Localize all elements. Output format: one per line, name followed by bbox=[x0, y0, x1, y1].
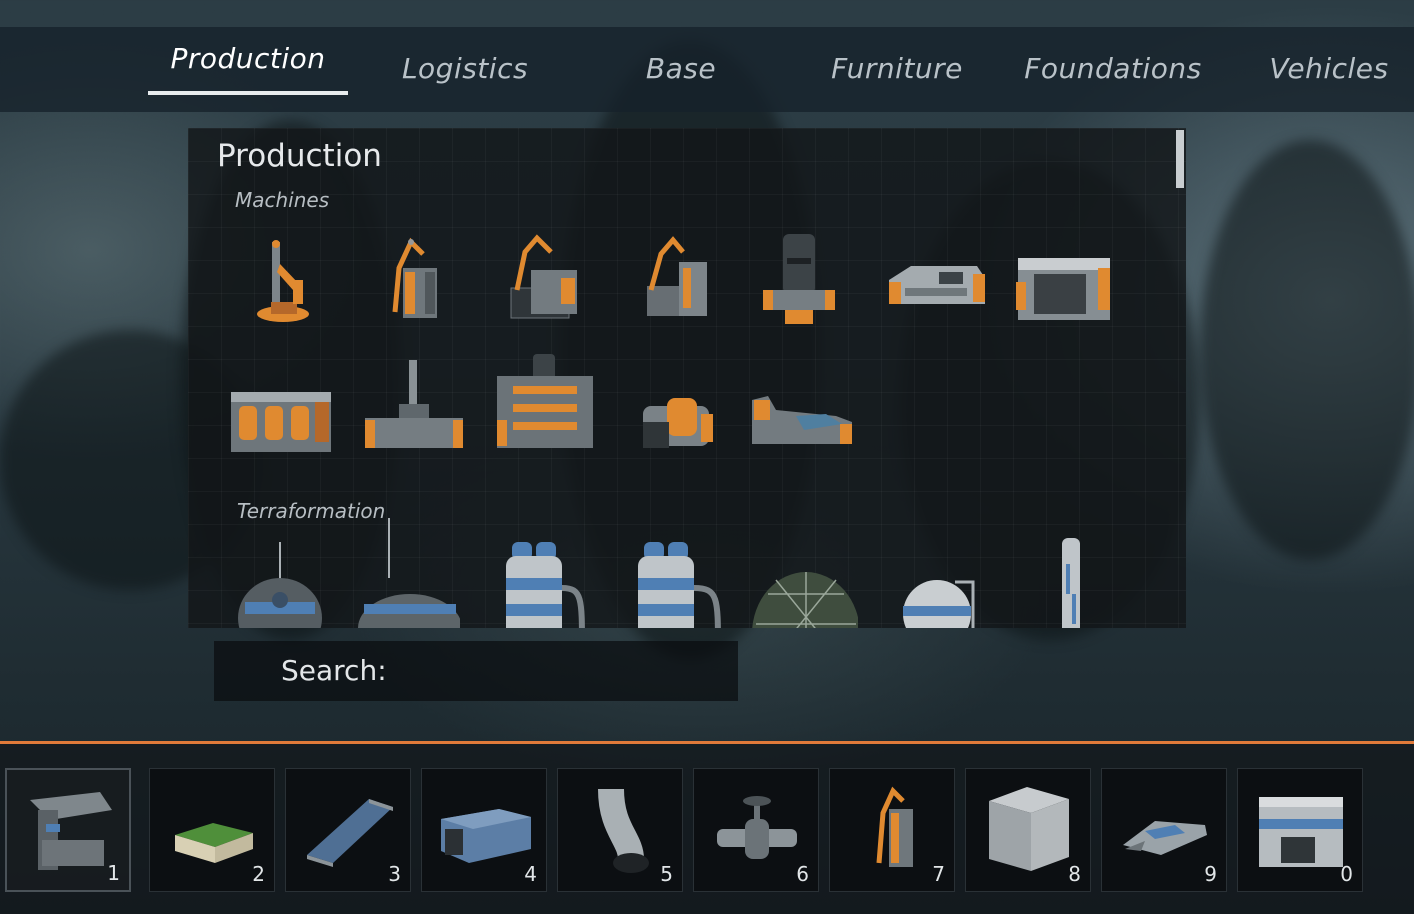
hotbar-slot-2[interactable]: 2 bbox=[149, 768, 275, 892]
search-label: Search: bbox=[281, 654, 387, 687]
panel-scrollbar[interactable] bbox=[1176, 130, 1184, 188]
slot-number: 0 bbox=[1340, 862, 1353, 886]
hotbar-slot-3[interactable]: 3 bbox=[285, 768, 411, 892]
large-refinery-icon[interactable] bbox=[489, 350, 599, 460]
slot-number: 8 bbox=[1068, 862, 1081, 886]
furnace-icon[interactable] bbox=[881, 228, 991, 338]
large-factory-icon[interactable] bbox=[1008, 228, 1118, 338]
slot-number: 4 bbox=[524, 862, 537, 886]
dome-icon[interactable] bbox=[748, 554, 858, 628]
hotbar-slot-1[interactable]: 1 bbox=[5, 768, 131, 892]
foundation-block-icon bbox=[989, 787, 1069, 871]
assembler-ramp-icon[interactable] bbox=[623, 228, 733, 338]
ship-icon bbox=[1123, 821, 1207, 855]
hotbar-slot-4[interactable]: 4 bbox=[421, 768, 547, 892]
tab-foundations[interactable]: Foundations bbox=[1013, 44, 1213, 94]
search-input[interactable] bbox=[390, 652, 724, 692]
assembler-tower-icon[interactable] bbox=[491, 228, 601, 338]
slot-number: 2 bbox=[252, 862, 265, 886]
triple-smelter-icon[interactable] bbox=[225, 360, 335, 470]
tab-production[interactable]: Production bbox=[148, 34, 348, 84]
tab-vehicles[interactable]: Vehicles bbox=[1229, 44, 1414, 94]
habitat-module-icon bbox=[1259, 797, 1343, 867]
refinery-icon[interactable] bbox=[359, 360, 469, 470]
slot-number: 5 bbox=[660, 862, 673, 886]
tab-furniture[interactable]: Furniture bbox=[797, 44, 997, 94]
section-label-machines: Machines bbox=[235, 188, 330, 212]
container-icon bbox=[441, 809, 531, 863]
valve-icon bbox=[717, 796, 797, 859]
slot-number: 6 bbox=[796, 862, 809, 886]
pillar-icon[interactable] bbox=[1018, 534, 1128, 628]
tab-base[interactable]: Base bbox=[581, 44, 781, 94]
antenna-tank-icon[interactable] bbox=[350, 518, 460, 628]
build-catalog-panel[interactable]: Production Machines Terraformation bbox=[188, 128, 1186, 628]
tab-logistics[interactable]: Logistics bbox=[365, 44, 565, 94]
hotbar-slot-7[interactable]: 7 bbox=[829, 768, 955, 892]
hotbar-slot-5[interactable]: 5 bbox=[557, 768, 683, 892]
active-tab-underline bbox=[148, 91, 348, 95]
hotbar-slot-6[interactable]: 6 bbox=[693, 768, 819, 892]
pipe-elbow-icon bbox=[598, 788, 649, 873]
background-tree bbox=[1200, 140, 1414, 560]
antenna-dome-icon[interactable] bbox=[225, 540, 335, 628]
robot-arm-icon[interactable] bbox=[227, 228, 337, 338]
conveyor-icon bbox=[307, 799, 393, 867]
tank-6-icon[interactable] bbox=[618, 538, 728, 628]
slot-number: 3 bbox=[388, 862, 401, 886]
hotbar-slot-9[interactable]: 9 bbox=[1101, 768, 1227, 892]
slot-number: 7 bbox=[932, 862, 945, 886]
hotbar-slot-0[interactable]: 0 bbox=[1237, 768, 1363, 892]
sphere-tank-icon[interactable] bbox=[885, 554, 995, 628]
tank-8-icon[interactable] bbox=[486, 538, 596, 628]
pump-machine-icon[interactable] bbox=[745, 228, 855, 338]
slot-number: 1 bbox=[107, 861, 120, 885]
build-tool-icon bbox=[30, 792, 112, 870]
assembler-icon[interactable] bbox=[359, 228, 469, 338]
panel-title: Production bbox=[217, 138, 382, 174]
hotbar-slot-8[interactable]: 8 bbox=[965, 768, 1091, 892]
slot-number: 9 bbox=[1204, 862, 1217, 886]
planter-icon bbox=[175, 823, 253, 863]
crusher-icon[interactable] bbox=[746, 360, 856, 470]
assembler-icon bbox=[876, 786, 913, 867]
generator-icon[interactable] bbox=[623, 360, 733, 470]
